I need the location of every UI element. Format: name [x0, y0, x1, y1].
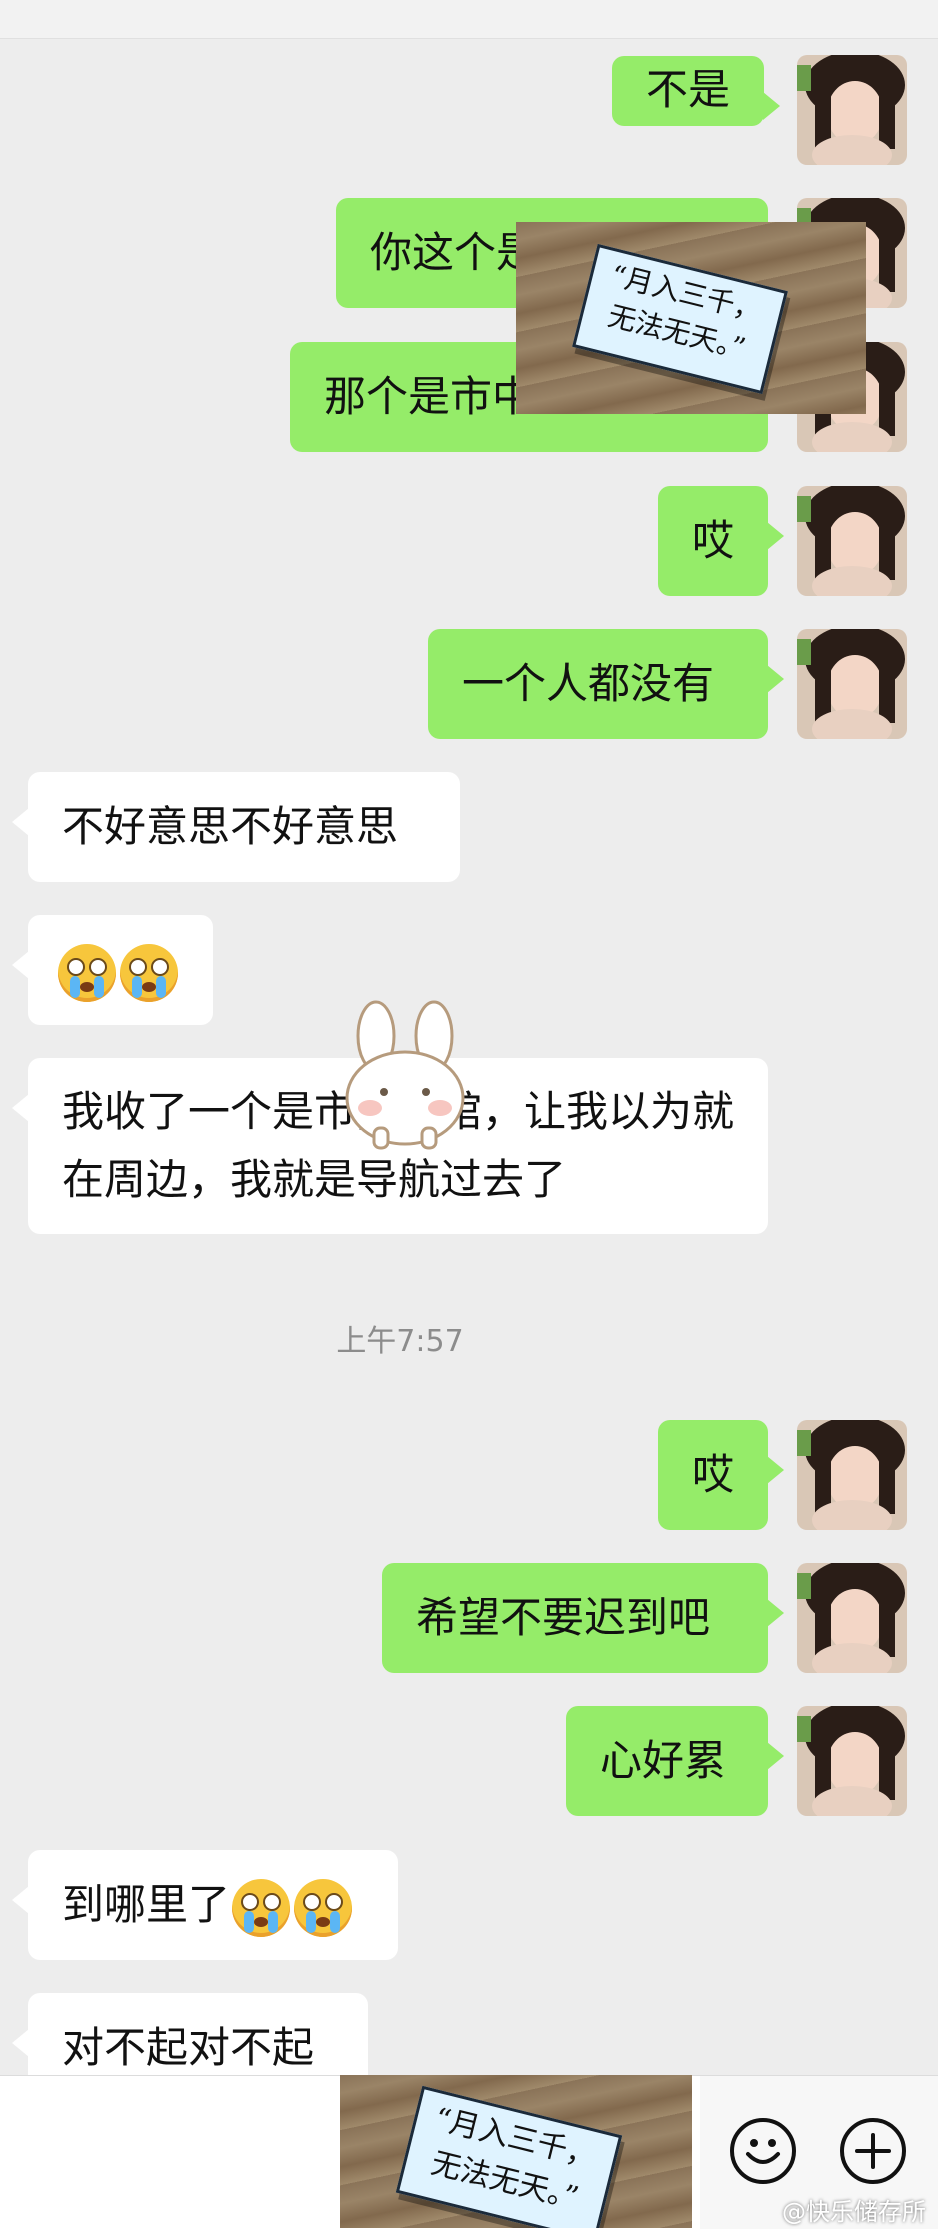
smiley-icon[interactable]: [730, 2118, 796, 2184]
message-received[interactable]: [12, 915, 213, 1025]
crying-face-icon: [58, 943, 116, 1002]
message-sent[interactable]: 不是: [612, 56, 781, 126]
top-bar: [0, 0, 938, 39]
avatar[interactable]: [797, 629, 907, 739]
crying-face-icon: [232, 1878, 291, 1937]
message-sent[interactable]: 希望不要迟到吧: [382, 1563, 784, 1673]
message-received[interactable]: 不好意思不好意思: [12, 772, 460, 882]
crying-face-icon: [294, 1878, 353, 1937]
message-sent[interactable]: 哎: [658, 486, 784, 596]
bunny-sticker: [345, 1000, 465, 1150]
chat-timestamp: 上午7:57: [336, 1324, 464, 1359]
sticker-card: “月入三千， 无法无天。”: [395, 2085, 623, 2228]
message-sent[interactable]: 心好累: [566, 1706, 784, 1816]
message-sent[interactable]: 哎: [658, 1420, 784, 1530]
sticker-image[interactable]: “月入三千， 无法无天。”: [340, 2075, 692, 2228]
avatar[interactable]: [797, 1420, 907, 1530]
avatar[interactable]: [797, 486, 907, 596]
message-received[interactable]: 到哪里了: [12, 1850, 398, 1960]
plus-icon[interactable]: [840, 2118, 906, 2184]
watermark: @快乐储存所: [782, 2198, 926, 2226]
message-text: 到哪里了: [62, 1880, 231, 1929]
message-sent[interactable]: 一个人都没有: [428, 629, 784, 739]
sticker-image[interactable]: “月入三千， 无法无天。”: [516, 222, 866, 414]
avatar[interactable]: [797, 1563, 907, 1673]
avatar[interactable]: [797, 1706, 907, 1816]
sticker-card: “月入三千， 无法无天。”: [572, 243, 788, 395]
avatar[interactable]: [797, 55, 907, 165]
crying-face-icon: [120, 943, 178, 1002]
